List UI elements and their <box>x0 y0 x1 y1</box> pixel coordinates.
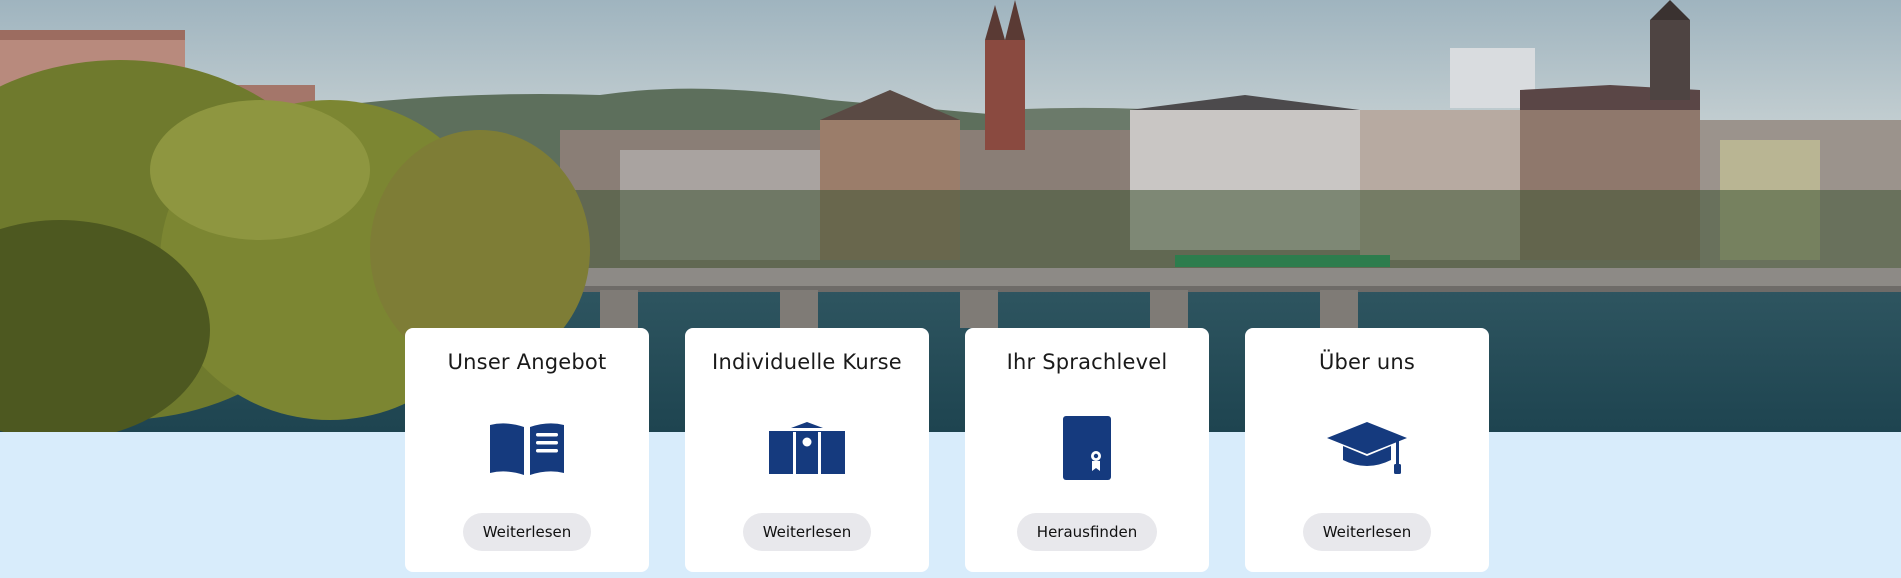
card-unser-angebot: Unser Angebot Weiterlesen <box>405 328 649 572</box>
card-individuelle-kurse: Individuelle Kurse Weiterlesen <box>685 328 929 572</box>
weiterlesen-button[interactable]: Weiterlesen <box>742 513 872 551</box>
page: Unser Angebot Weiterlesen Individuelle K… <box>0 0 1901 578</box>
classroom-building-icon <box>767 416 847 480</box>
graduation-cap-icon <box>1327 416 1407 480</box>
card-title: Unser Angebot <box>447 350 607 374</box>
certificate-icon <box>1047 416 1127 480</box>
weiterlesen-button[interactable]: Weiterlesen <box>1302 513 1432 551</box>
card-ihr-sprachlevel: Ihr Sprachlevel Herausfinden <box>965 328 1209 572</box>
weiterlesen-button[interactable]: Weiterlesen <box>462 513 592 551</box>
open-book-icon <box>487 416 567 480</box>
card-title: Über uns <box>1318 350 1416 374</box>
card-ueber-uns: Über uns Weiterlesen <box>1245 328 1489 572</box>
card-title: Individuelle Kurse <box>712 350 902 374</box>
herausfinden-button[interactable]: Herausfinden <box>1016 513 1158 551</box>
card-title: Ihr Sprachlevel <box>1006 350 1168 374</box>
feature-cards: Unser Angebot Weiterlesen Individuelle K… <box>405 328 1489 572</box>
